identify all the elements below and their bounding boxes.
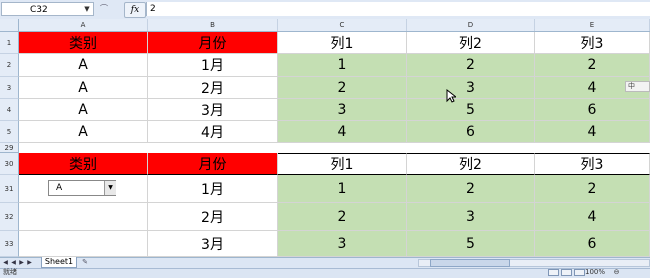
mouse-cursor-icon — [446, 89, 456, 103]
cell-c5[interactable]: 4 — [278, 121, 407, 143]
cell-d33[interactable]: 5 — [407, 231, 535, 257]
zoom-out-icon[interactable]: ⊖ — [612, 268, 621, 277]
column-header-c[interactable]: C — [278, 19, 407, 31]
cell-d4[interactable]: 5 — [407, 99, 535, 121]
name-box-dropdown-icon[interactable]: ▼ — [82, 2, 92, 16]
cell-a1[interactable]: 类别 — [19, 32, 148, 54]
cell-a4[interactable]: A — [19, 99, 148, 121]
last-sheet-icon[interactable]: ▶ — [26, 259, 33, 267]
cell-d2[interactable]: 2 — [407, 54, 535, 77]
cell-d5[interactable]: 6 — [407, 121, 535, 143]
cell-b33[interactable]: 3月 — [148, 231, 278, 257]
cell-b30[interactable]: 月份 — [148, 153, 278, 175]
cell-d32[interactable]: 3 — [407, 203, 535, 231]
cell-e30[interactable]: 列3 — [535, 153, 650, 175]
column-header-d[interactable]: D — [407, 19, 535, 31]
insert-sheet-icon[interactable]: ✎ — [78, 258, 92, 267]
row-header-32[interactable]: 32 — [0, 203, 19, 231]
cell-b31[interactable]: 1月 — [148, 175, 278, 203]
cell-d31[interactable]: 2 — [407, 175, 535, 203]
sheet-tab-sheet1[interactable]: Sheet1 — [41, 257, 77, 268]
cell-c30[interactable]: 列1 — [278, 153, 407, 175]
cell-e31[interactable]: 2 — [535, 175, 650, 203]
row-header-33[interactable]: 33 — [0, 231, 19, 257]
cell-a32[interactable] — [19, 203, 148, 231]
cell-b1[interactable]: 月份 — [148, 32, 278, 54]
first-sheet-icon[interactable]: ◀ — [2, 259, 9, 267]
cell-a33[interactable] — [19, 231, 148, 257]
row-header-4[interactable]: 4 — [0, 99, 19, 121]
cell-a2[interactable]: A — [19, 54, 148, 77]
page-layout-view-icon[interactable] — [561, 269, 572, 276]
cell-d30[interactable]: 列2 — [407, 153, 535, 175]
cell-c3[interactable]: 2 — [278, 77, 407, 99]
insert-function-button[interactable]: fx — [124, 2, 146, 18]
horizontal-scroll-thumb[interactable] — [430, 259, 510, 267]
cell-a5[interactable]: A — [19, 121, 148, 143]
cell-c33[interactable]: 3 — [278, 231, 407, 257]
cell-a30[interactable]: 类别 — [19, 153, 148, 175]
page-break-view-icon[interactable] — [574, 269, 585, 276]
cell-c1[interactable]: 列1 — [278, 32, 407, 54]
cell-c32[interactable]: 2 — [278, 203, 407, 231]
row-header-31[interactable]: 31 — [0, 175, 19, 203]
cell-b3[interactable]: 2月 — [148, 77, 278, 99]
cell-a3[interactable]: A — [19, 77, 148, 99]
cell-e2[interactable]: 2 — [535, 54, 650, 77]
formula-input[interactable]: 2 — [146, 2, 650, 16]
next-sheet-icon[interactable]: ▶ — [18, 259, 25, 267]
cell-e1[interactable]: 列3 — [535, 32, 650, 54]
select-all-corner[interactable] — [0, 19, 19, 31]
cell-b2[interactable]: 1月 — [148, 54, 278, 77]
chevron-down-icon[interactable]: ▼ — [104, 181, 116, 195]
column-header-b[interactable]: B — [148, 19, 278, 31]
row-header-2[interactable]: 2 — [0, 54, 19, 77]
cell-e33[interactable]: 6 — [535, 231, 650, 257]
row-header-30[interactable]: 30 — [0, 153, 19, 175]
cell-d3[interactable]: 3 — [407, 77, 535, 99]
cell-e32[interactable]: 4 — [535, 203, 650, 231]
row-header-29[interactable]: 29 — [0, 143, 19, 153]
row-header-3[interactable]: 3 — [0, 77, 19, 99]
row-header-5[interactable]: 5 — [0, 121, 19, 143]
cell-c2[interactable]: 1 — [278, 54, 407, 77]
cell-b32[interactable]: 2月 — [148, 203, 278, 231]
zoom-level[interactable]: 100% — [585, 268, 605, 277]
cell-d1[interactable]: 列2 — [407, 32, 535, 54]
row-header-1[interactable]: 1 — [0, 32, 19, 54]
cell-b4[interactable]: 3月 — [148, 99, 278, 121]
prev-sheet-icon[interactable]: ◀ — [10, 259, 17, 267]
column-header-e[interactable]: E — [535, 19, 650, 31]
column-header-a[interactable]: A — [19, 19, 148, 31]
formula-bar-expand-icon[interactable]: ⌒ — [100, 3, 122, 15]
ime-label: 中 — [628, 82, 635, 90]
name-box[interactable]: C32 — [1, 2, 94, 16]
normal-view-icon[interactable] — [548, 269, 559, 276]
status-text: 就绪 — [3, 268, 17, 276]
cell-e4[interactable]: 6 — [535, 99, 650, 121]
cell-b5[interactable]: 4月 — [148, 121, 278, 143]
cell-e5[interactable]: 4 — [535, 121, 650, 143]
cell-c4[interactable]: 3 — [278, 99, 407, 121]
ime-indicator[interactable]: 中 — [625, 81, 650, 92]
cell-c31[interactable]: 1 — [278, 175, 407, 203]
